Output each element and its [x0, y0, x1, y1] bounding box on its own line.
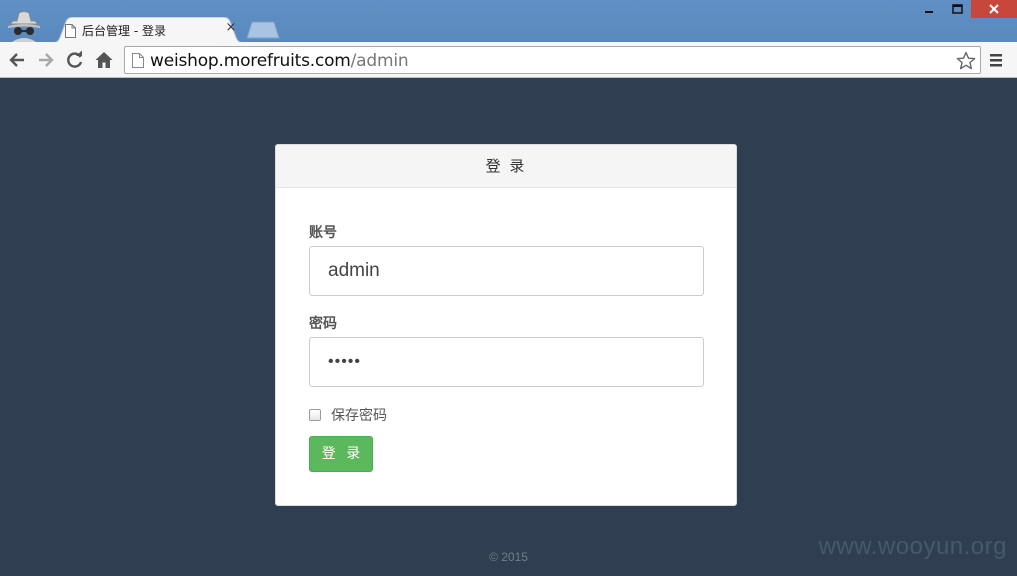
remember-password-checkbox[interactable]	[309, 409, 321, 421]
star-icon[interactable]	[956, 51, 976, 75]
password-input[interactable]: •••••	[309, 337, 704, 387]
password-label: 密码	[309, 316, 337, 332]
minimize-button[interactable]	[915, 0, 943, 18]
back-icon[interactable]	[7, 50, 27, 70]
document-icon	[65, 23, 76, 42]
remember-password-row[interactable]: 保存密码	[309, 405, 387, 425]
tab-close-button[interactable]: ×	[224, 21, 238, 35]
remember-password-label: 保存密码	[331, 408, 387, 424]
browser-titlebar: 后台管理 - 登录 ×	[0, 0, 1017, 43]
url-text: weishop.morefruits.com/admin	[150, 51, 409, 71]
forward-icon[interactable]	[36, 50, 56, 70]
browser-toolbar: weishop.morefruits.com/admin	[0, 42, 1017, 78]
browser-tab-active[interactable]: 后台管理 - 登录 ×	[52, 17, 244, 43]
window-controls	[915, 0, 1017, 18]
close-window-button[interactable]	[971, 0, 1017, 18]
watermark: www.wooyun.org	[818, 533, 1007, 560]
menu-icon[interactable]	[988, 51, 1004, 69]
home-icon[interactable]	[94, 50, 114, 70]
panel-heading: 登 录	[276, 145, 736, 188]
tab-title: 后台管理 - 登录	[82, 24, 166, 38]
incognito-icon	[4, 10, 44, 42]
maximize-button[interactable]	[943, 0, 971, 18]
address-bar[interactable]: weishop.morefruits.com/admin	[124, 46, 981, 74]
login-button[interactable]: 登 录	[309, 436, 373, 472]
username-label: 账号	[309, 225, 337, 241]
reload-icon[interactable]	[65, 50, 85, 70]
new-tab-button[interactable]	[246, 21, 280, 43]
login-panel: 登 录 账号 admin 密码 ••••• 保存密码 登 录	[275, 144, 737, 506]
url-host: weishop.morefruits.com	[150, 51, 351, 71]
url-path: /admin	[350, 51, 409, 71]
page-icon	[132, 53, 144, 72]
username-input[interactable]: admin	[309, 246, 704, 296]
